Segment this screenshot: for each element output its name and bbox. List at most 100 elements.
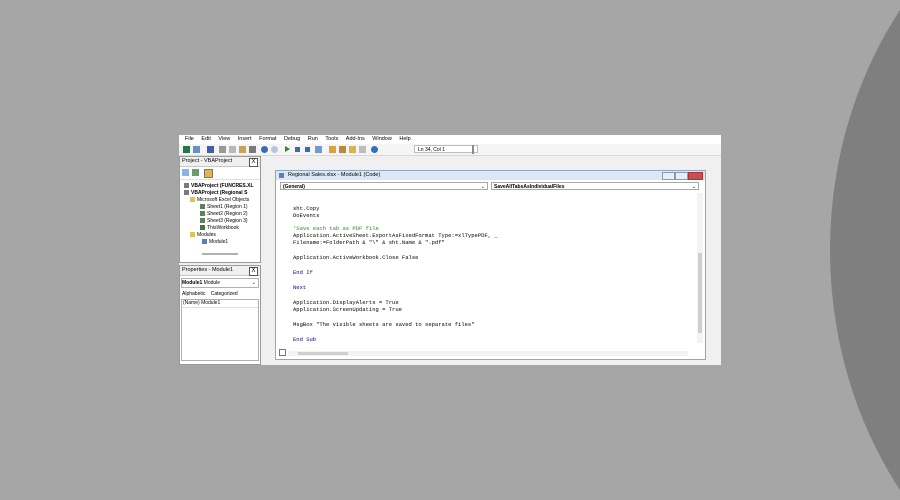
menu-format[interactable]: Format: [259, 135, 276, 144]
tree-item-label: Module1: [209, 239, 229, 245]
reset-icon[interactable]: [305, 147, 310, 152]
decorative-arc: [830, 0, 900, 500]
project-explorer-title-text: Project - VBAProject: [182, 158, 233, 164]
code-line: Filename:=FolderPath & "\" & sht.Name & …: [293, 239, 445, 246]
tab-categorized[interactable]: Categorized: [211, 291, 238, 297]
vertical-scroll-thumb[interactable]: [698, 253, 702, 333]
menu-tools[interactable]: Tools: [325, 135, 338, 144]
menu-run[interactable]: Run: [308, 135, 318, 144]
tree-item-label: Modules: [197, 232, 216, 238]
undo-icon[interactable]: [261, 146, 268, 153]
code-line: MsgBox "The visible sheets are saved to …: [293, 321, 475, 328]
view-code-icon[interactable]: [182, 169, 189, 176]
paste-icon[interactable]: [239, 146, 246, 153]
tree-item-sheet1[interactable]: Sheet1 (Region 1): [200, 204, 248, 210]
chevron-down-icon: ⌄: [480, 184, 485, 190]
tree-item-funcres[interactable]: VBAProject (FUNCRES.XL: [184, 183, 254, 189]
menu-bar: File Edit View Insert Format Debug Run T…: [179, 135, 721, 144]
code-window-title: Regional Sales.xlsx - Module1 (Code): [288, 172, 381, 178]
code-comment: 'Save each tab as PDF file: [293, 225, 379, 232]
menu-view[interactable]: View: [218, 135, 230, 144]
menu-window[interactable]: Window: [372, 135, 392, 144]
break-icon[interactable]: [295, 147, 300, 152]
properties-window-icon[interactable]: [339, 146, 346, 153]
save-icon[interactable]: [207, 146, 214, 153]
property-value: Module1: [201, 300, 221, 306]
tree-item-label: VBAProject (FUNCRES.XL: [191, 183, 254, 189]
tree-item-label: VBAProject (Regional S: [191, 190, 248, 196]
design-mode-icon[interactable]: [315, 146, 322, 153]
worksheet-icon: [200, 204, 205, 210]
menu-debug[interactable]: Debug: [284, 135, 300, 144]
line-column-indicator: Ln 34, Col 1: [414, 145, 478, 153]
workbook-icon: [200, 225, 205, 231]
maximize-button[interactable]: [675, 172, 688, 180]
code-editor[interactable]: sht.Copy DoEvents 'Save each tab as PDF …: [281, 195, 691, 345]
project-explorer-icon[interactable]: [329, 146, 336, 153]
procedure-view-icon[interactable]: [279, 349, 286, 356]
redo-icon[interactable]: [271, 146, 278, 153]
menu-help[interactable]: Help: [399, 135, 410, 144]
project-explorer-title: Project - VBAProject X: [180, 157, 260, 167]
tree-horizontal-scrollbar[interactable]: [202, 253, 238, 255]
minimize-button[interactable]: [662, 172, 675, 180]
project-explorer-panel: Project - VBAProject X VBAProject (FUNCR…: [179, 156, 261, 263]
tab-alphabetic[interactable]: Alphabetic: [182, 291, 205, 297]
code-keyword-line: End If: [293, 269, 313, 276]
folder-icon: [190, 232, 195, 238]
code-line: Application.ActiveWorkbook.Close False: [293, 254, 419, 261]
procedure-combo[interactable]: SaveAllTabsAsIndividualFiles ⌄: [491, 182, 699, 190]
close-button[interactable]: [688, 172, 703, 180]
code-keyword-line: End Sub: [293, 336, 317, 343]
help-icon[interactable]: [371, 146, 378, 153]
horizontal-scroll-thumb[interactable]: [298, 352, 348, 355]
tree-item-modules[interactable]: Modules: [190, 232, 216, 238]
tree-item-regional-sales[interactable]: VBAProject (Regional S: [184, 190, 247, 196]
object-browser-icon[interactable]: [349, 146, 356, 153]
tree-item-excel-objects[interactable]: Microsoft Excel Objects: [190, 197, 249, 203]
folder-icon: [190, 197, 195, 203]
cut-icon[interactable]: [219, 146, 226, 153]
tree-item-module1[interactable]: Module1: [202, 239, 228, 245]
find-icon[interactable]: [249, 146, 256, 153]
menu-file[interactable]: File: [185, 135, 194, 144]
copy-icon[interactable]: [229, 146, 236, 153]
procedure-combo-value: SaveAllTabsAsIndividualFiles: [494, 184, 565, 190]
excel-icon[interactable]: [183, 146, 190, 153]
toolbox-icon[interactable]: [359, 146, 366, 153]
worksheet-icon: [200, 218, 205, 224]
toggle-folders-icon[interactable]: [204, 169, 213, 178]
view-object-icon[interactable]: [192, 169, 199, 176]
chevron-down-icon: ⌄: [251, 280, 256, 286]
vertical-scrollbar[interactable]: [697, 193, 703, 343]
standard-toolbar: Ln 34, Col 1: [179, 144, 721, 156]
run-icon[interactable]: [285, 146, 290, 152]
properties-tabs: Alphabetic Categorized: [180, 290, 260, 298]
property-name: (Name): [183, 300, 200, 306]
toolbar-grip-icon[interactable]: [472, 145, 474, 154]
properties-panel: Properties - Module1 X Module1 Module ⌄ …: [179, 265, 261, 365]
close-project-explorer-button[interactable]: X: [249, 158, 258, 167]
project-explorer-toolbar: [180, 167, 260, 180]
code-line: DoEvents: [293, 212, 320, 219]
menu-edit[interactable]: Edit: [201, 135, 210, 144]
property-row[interactable]: (Name) Module1: [182, 300, 258, 308]
tree-item-label: Microsoft Excel Objects: [197, 197, 250, 203]
tree-item-label: Sheet2 (Region 2): [207, 211, 248, 217]
code-line: Application.DisplayAlerts = True: [293, 299, 399, 306]
tree-item-sheet2[interactable]: Sheet2 (Region 2): [200, 211, 248, 217]
tree-item-label: Sheet3 (Region 3): [207, 218, 248, 224]
close-properties-button[interactable]: X: [249, 267, 258, 276]
properties-title: Properties - Module1 X: [180, 266, 260, 276]
menu-insert[interactable]: Insert: [238, 135, 252, 144]
tree-item-sheet3[interactable]: Sheet3 (Region 3): [200, 218, 248, 224]
insert-module-icon[interactable]: [193, 146, 200, 153]
chevron-down-icon: ⌄: [691, 184, 696, 190]
horizontal-scrollbar[interactable]: [288, 351, 688, 356]
module-icon: [202, 239, 207, 245]
object-combo[interactable]: (General) ⌄: [280, 182, 488, 190]
tree-item-thisworkbook[interactable]: ThisWorkbook: [200, 225, 239, 231]
object-dropdown[interactable]: Module1 Module ⌄: [181, 278, 259, 288]
code-keyword-line: Next: [293, 284, 307, 291]
menu-addins[interactable]: Add-Ins: [346, 135, 365, 144]
